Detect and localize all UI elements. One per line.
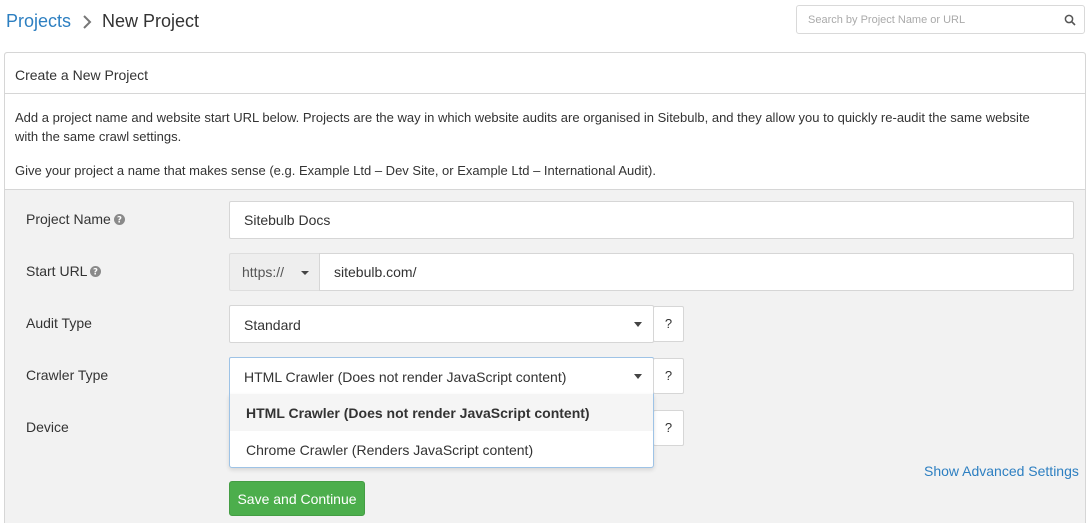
- project-search[interactable]: [796, 5, 1085, 34]
- audit-type-label: Audit Type: [26, 315, 92, 331]
- caret-down-icon: [634, 374, 642, 379]
- save-and-continue-button[interactable]: Save and Continue: [229, 481, 365, 516]
- hint-text: Give your project a name that makes sens…: [15, 163, 656, 178]
- caret-down-icon: [634, 322, 642, 327]
- crawler-type-dropdown: HTML Crawler (Does not render JavaScript…: [229, 394, 654, 468]
- caret-down-icon: [301, 271, 309, 275]
- show-advanced-settings-link[interactable]: Show Advanced Settings: [924, 463, 1079, 479]
- device-help-button[interactable]: ?: [653, 410, 684, 446]
- chevron-right-icon: [83, 15, 92, 29]
- breadcrumb-projects-link[interactable]: Projects: [6, 11, 71, 32]
- help-icon[interactable]: ?: [90, 266, 102, 277]
- audit-type-help-button[interactable]: ?: [653, 306, 684, 342]
- dropdown-option-html-crawler[interactable]: HTML Crawler (Does not render JavaScript…: [230, 394, 653, 431]
- audit-type-select[interactable]: Standard: [229, 305, 654, 343]
- panel-header: Create a New Project: [5, 53, 1085, 94]
- panel-title: Create a New Project: [15, 67, 149, 83]
- device-label: Device: [26, 419, 69, 435]
- project-name-input[interactable]: [230, 202, 1073, 238]
- project-name-field[interactable]: [229, 201, 1074, 239]
- crawler-type-value: HTML Crawler (Does not render JavaScript…: [244, 369, 567, 385]
- protocol-value: https://: [242, 264, 285, 280]
- project-name-label: Project Name?: [26, 211, 125, 227]
- top-bar: Projects New Project: [0, 0, 1088, 46]
- breadcrumb-current: New Project: [102, 11, 200, 31]
- crawler-type-label: Crawler Type: [26, 367, 109, 383]
- crawler-type-help-button[interactable]: ?: [653, 358, 684, 394]
- svg-text:?: ?: [117, 216, 122, 225]
- start-url-field[interactable]: [319, 253, 1074, 291]
- search-icon[interactable]: [1064, 14, 1076, 26]
- crawler-type-select[interactable]: HTML Crawler (Does not render JavaScript…: [229, 357, 654, 395]
- svg-text:?: ?: [94, 268, 99, 277]
- start-url-label: Start URL?: [26, 263, 102, 279]
- help-icon[interactable]: ?: [113, 214, 125, 225]
- dropdown-option-chrome-crawler[interactable]: Chrome Crawler (Renders JavaScript conte…: [230, 431, 653, 468]
- protocol-select[interactable]: https://: [229, 253, 319, 291]
- search-input[interactable]: [797, 6, 1057, 33]
- audit-type-value: Standard: [244, 317, 301, 333]
- start-url-input[interactable]: [320, 254, 1073, 290]
- description-text: Add a project name and website start URL…: [15, 110, 1030, 144]
- panel-description: Add a project name and website start URL…: [5, 94, 1085, 190]
